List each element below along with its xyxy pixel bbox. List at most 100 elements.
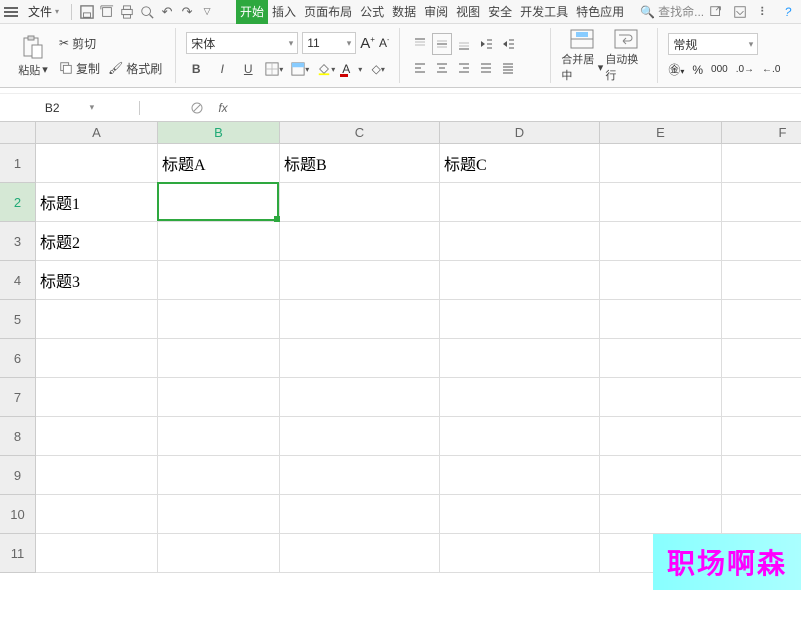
- cell-D5[interactable]: [440, 300, 600, 339]
- underline-button[interactable]: U: [238, 59, 258, 79]
- merge-center-button[interactable]: 合并居中▾: [561, 28, 603, 83]
- cell-B8[interactable]: [158, 417, 280, 456]
- cell-B9[interactable]: [158, 456, 280, 495]
- cell-E3[interactable]: [600, 222, 722, 261]
- format-painter-button[interactable]: 🖌格式刷: [105, 58, 165, 79]
- print-preview-icon[interactable]: [98, 3, 116, 21]
- cell-A3[interactable]: 标题2: [36, 222, 158, 261]
- col-header-C[interactable]: C: [280, 122, 440, 144]
- cell-A7[interactable]: [36, 378, 158, 417]
- percent-button[interactable]: %: [692, 63, 703, 77]
- cell-A10[interactable]: [36, 495, 158, 534]
- cell-style-button[interactable]: ▾: [290, 59, 310, 79]
- cell-F8[interactable]: [722, 417, 801, 456]
- fx-icon[interactable]: fx: [214, 99, 232, 117]
- cell-D10[interactable]: [440, 495, 600, 534]
- align-middle-button[interactable]: [432, 33, 452, 55]
- cell-A2[interactable]: 标题1: [36, 183, 158, 222]
- cell-E4[interactable]: [600, 261, 722, 300]
- tab-data[interactable]: 数据: [388, 0, 420, 24]
- cell-D9[interactable]: [440, 456, 600, 495]
- align-center-button[interactable]: [432, 57, 452, 79]
- cell-C5[interactable]: [280, 300, 440, 339]
- comma-button[interactable]: 000: [711, 64, 728, 75]
- cell-A11[interactable]: [36, 534, 158, 573]
- col-header-A[interactable]: A: [36, 122, 158, 144]
- name-box[interactable]: B2 ▾: [0, 101, 140, 115]
- cell-B7[interactable]: [158, 378, 280, 417]
- cell-F7[interactable]: [722, 378, 801, 417]
- align-top-button[interactable]: [410, 33, 430, 55]
- cell-E5[interactable]: [600, 300, 722, 339]
- cell-C8[interactable]: [280, 417, 440, 456]
- paste-button[interactable]: 粘贴▾: [12, 34, 54, 78]
- increase-decimal-button[interactable]: .0→: [736, 64, 754, 75]
- justify-button[interactable]: [476, 57, 496, 79]
- cell-A4[interactable]: 标题3: [36, 261, 158, 300]
- dropdown-icon[interactable]: ▽: [198, 3, 216, 21]
- cell-B3[interactable]: [158, 222, 280, 261]
- redo-icon[interactable]: ↷: [178, 3, 196, 21]
- decrease-indent-button[interactable]: [476, 33, 496, 55]
- cell-E2[interactable]: [600, 183, 722, 222]
- cell-C11[interactable]: [280, 534, 440, 573]
- col-header-E[interactable]: E: [600, 122, 722, 144]
- app-menu-icon[interactable]: [4, 7, 18, 17]
- cell-C1[interactable]: 标题B: [280, 144, 440, 183]
- cell-C9[interactable]: [280, 456, 440, 495]
- formula-input[interactable]: [240, 98, 801, 118]
- col-header-F[interactable]: F: [722, 122, 801, 144]
- row-header-8[interactable]: 8: [0, 417, 36, 456]
- row-header-11[interactable]: 11: [0, 534, 36, 573]
- fill-color-button[interactable]: ▾: [316, 59, 336, 79]
- distributed-button[interactable]: [498, 57, 518, 79]
- decrease-decimal-button[interactable]: ←.0: [762, 64, 780, 75]
- cell-E6[interactable]: [600, 339, 722, 378]
- font-name-select[interactable]: 宋体▾: [186, 32, 298, 54]
- search-command[interactable]: 🔍 查找命...: [640, 3, 704, 20]
- cell-A6[interactable]: [36, 339, 158, 378]
- cell-F9[interactable]: [722, 456, 801, 495]
- row-header-1[interactable]: 1: [0, 144, 36, 183]
- cell-F10[interactable]: [722, 495, 801, 534]
- cell-C3[interactable]: [280, 222, 440, 261]
- cell-A8[interactable]: [36, 417, 158, 456]
- cell-B11[interactable]: [158, 534, 280, 573]
- cell-B4[interactable]: [158, 261, 280, 300]
- cell-F5[interactable]: [722, 300, 801, 339]
- tab-security[interactable]: 安全: [484, 0, 516, 24]
- share-icon[interactable]: [707, 3, 725, 21]
- print-icon[interactable]: [118, 3, 136, 21]
- cell-C2[interactable]: [280, 183, 440, 222]
- tab-review[interactable]: 审阅: [420, 0, 452, 24]
- cell-F4[interactable]: [722, 261, 801, 300]
- align-right-button[interactable]: [454, 57, 474, 79]
- number-format-select[interactable]: 常规▾: [668, 33, 758, 55]
- italic-button[interactable]: I: [212, 59, 232, 79]
- clear-format-button[interactable]: ◇▾: [368, 59, 388, 79]
- row-header-2[interactable]: 2: [0, 183, 36, 222]
- cell-B6[interactable]: [158, 339, 280, 378]
- cell-D8[interactable]: [440, 417, 600, 456]
- cell-A1[interactable]: [36, 144, 158, 183]
- increase-font-button[interactable]: A+: [360, 35, 375, 52]
- align-bottom-button[interactable]: [454, 33, 474, 55]
- decrease-font-button[interactable]: A-: [379, 36, 389, 50]
- cell-B1[interactable]: 标题A: [158, 144, 280, 183]
- tab-start[interactable]: 开始: [236, 0, 268, 24]
- cell-E8[interactable]: [600, 417, 722, 456]
- cell-B10[interactable]: [158, 495, 280, 534]
- cell-D2[interactable]: [440, 183, 600, 222]
- cell-D6[interactable]: [440, 339, 600, 378]
- help-icon[interactable]: ?: [779, 3, 797, 21]
- cell-F6[interactable]: [722, 339, 801, 378]
- cell-D4[interactable]: [440, 261, 600, 300]
- currency-button[interactable]: ㊎▾: [668, 61, 684, 78]
- font-size-select[interactable]: 11▾: [302, 32, 356, 54]
- copy-button[interactable]: 复制: [56, 58, 103, 79]
- cell-C6[interactable]: [280, 339, 440, 378]
- cell-F11[interactable]: [722, 534, 801, 573]
- cell-C7[interactable]: [280, 378, 440, 417]
- preview-icon[interactable]: [138, 3, 156, 21]
- cell-E11[interactable]: [600, 534, 722, 573]
